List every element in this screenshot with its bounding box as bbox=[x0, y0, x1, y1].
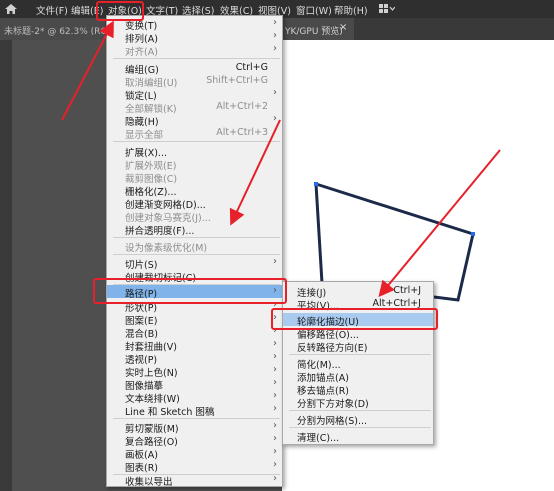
annotation-arrow bbox=[61, 20, 114, 121]
annotation-arrow bbox=[378, 149, 501, 298]
annotation-arrow bbox=[229, 119, 281, 226]
annotation-arrows bbox=[61, 20, 501, 298]
